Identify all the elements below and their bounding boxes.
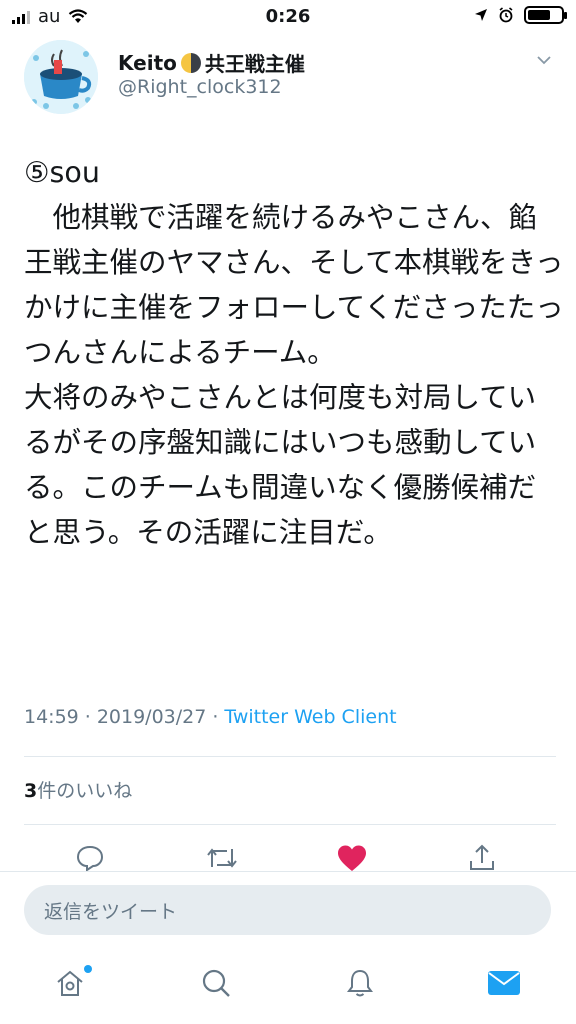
tweet-client-link[interactable]: Twitter Web Client: [224, 706, 396, 728]
divider: [0, 871, 576, 872]
tab-search[interactable]: [196, 963, 236, 1003]
chevron-down-icon[interactable]: [536, 52, 552, 68]
likes-number: 3: [24, 780, 38, 802]
location-icon: [475, 9, 487, 21]
status-right: [474, 6, 567, 24]
tab-notifications[interactable]: [340, 963, 380, 1003]
user-handle[interactable]: @Right_clock312: [118, 76, 282, 98]
home-icon: [57, 970, 83, 996]
status-bar: au 0:26: [0, 0, 576, 34]
tweet-text: ⑤sou 他棋戦で活躍を続けるみやこさん、餡王戦主催のヤマさん、そして本棋戦をき…: [24, 156, 564, 549]
like-button[interactable]: [332, 838, 372, 878]
reply-icon: [76, 845, 104, 872]
moon-icon: [180, 52, 201, 73]
search-icon: [202, 969, 230, 997]
messages-icon: [488, 971, 520, 995]
tweet-actions: [0, 838, 576, 878]
like-icon: [338, 845, 366, 871]
new-content-dot: [84, 965, 92, 973]
meta-separator: ·: [212, 706, 219, 728]
teacup-avatar-icon: [24, 40, 98, 114]
reply-placeholder: 返信をツイート: [44, 900, 178, 923]
tab-bar: [0, 955, 576, 1024]
alarm-icon: [499, 7, 513, 23]
tweet-meta: 14:59 · 2019/03/27 · Twitter Web Client: [24, 706, 397, 728]
battery-icon: [524, 6, 567, 24]
likes-label: 件のいいね: [37, 780, 133, 802]
display-name[interactable]: Keito 共王戦主催: [118, 48, 305, 77]
avatar[interactable]: [24, 40, 98, 114]
reply-input[interactable]: 返信をツイート: [24, 885, 551, 935]
meta-separator: ·: [84, 706, 91, 728]
tab-home[interactable]: [50, 963, 92, 1003]
display-name-suffix: 共王戦主催: [204, 52, 305, 76]
reply-button[interactable]: [70, 838, 110, 878]
share-icon: [470, 844, 494, 870]
likes-count[interactable]: 3件のいいね: [24, 776, 132, 803]
notifications-icon: [347, 969, 373, 997]
display-name-text: Keito: [118, 50, 177, 75]
retweet-icon: [207, 848, 237, 868]
divider: [24, 756, 556, 757]
tweet-date: 2019/03/27: [96, 706, 207, 728]
divider: [24, 824, 556, 825]
tweet-time: 14:59: [24, 706, 79, 728]
tab-messages[interactable]: [484, 963, 524, 1003]
retweet-button[interactable]: [202, 838, 242, 878]
share-button[interactable]: [462, 838, 502, 878]
